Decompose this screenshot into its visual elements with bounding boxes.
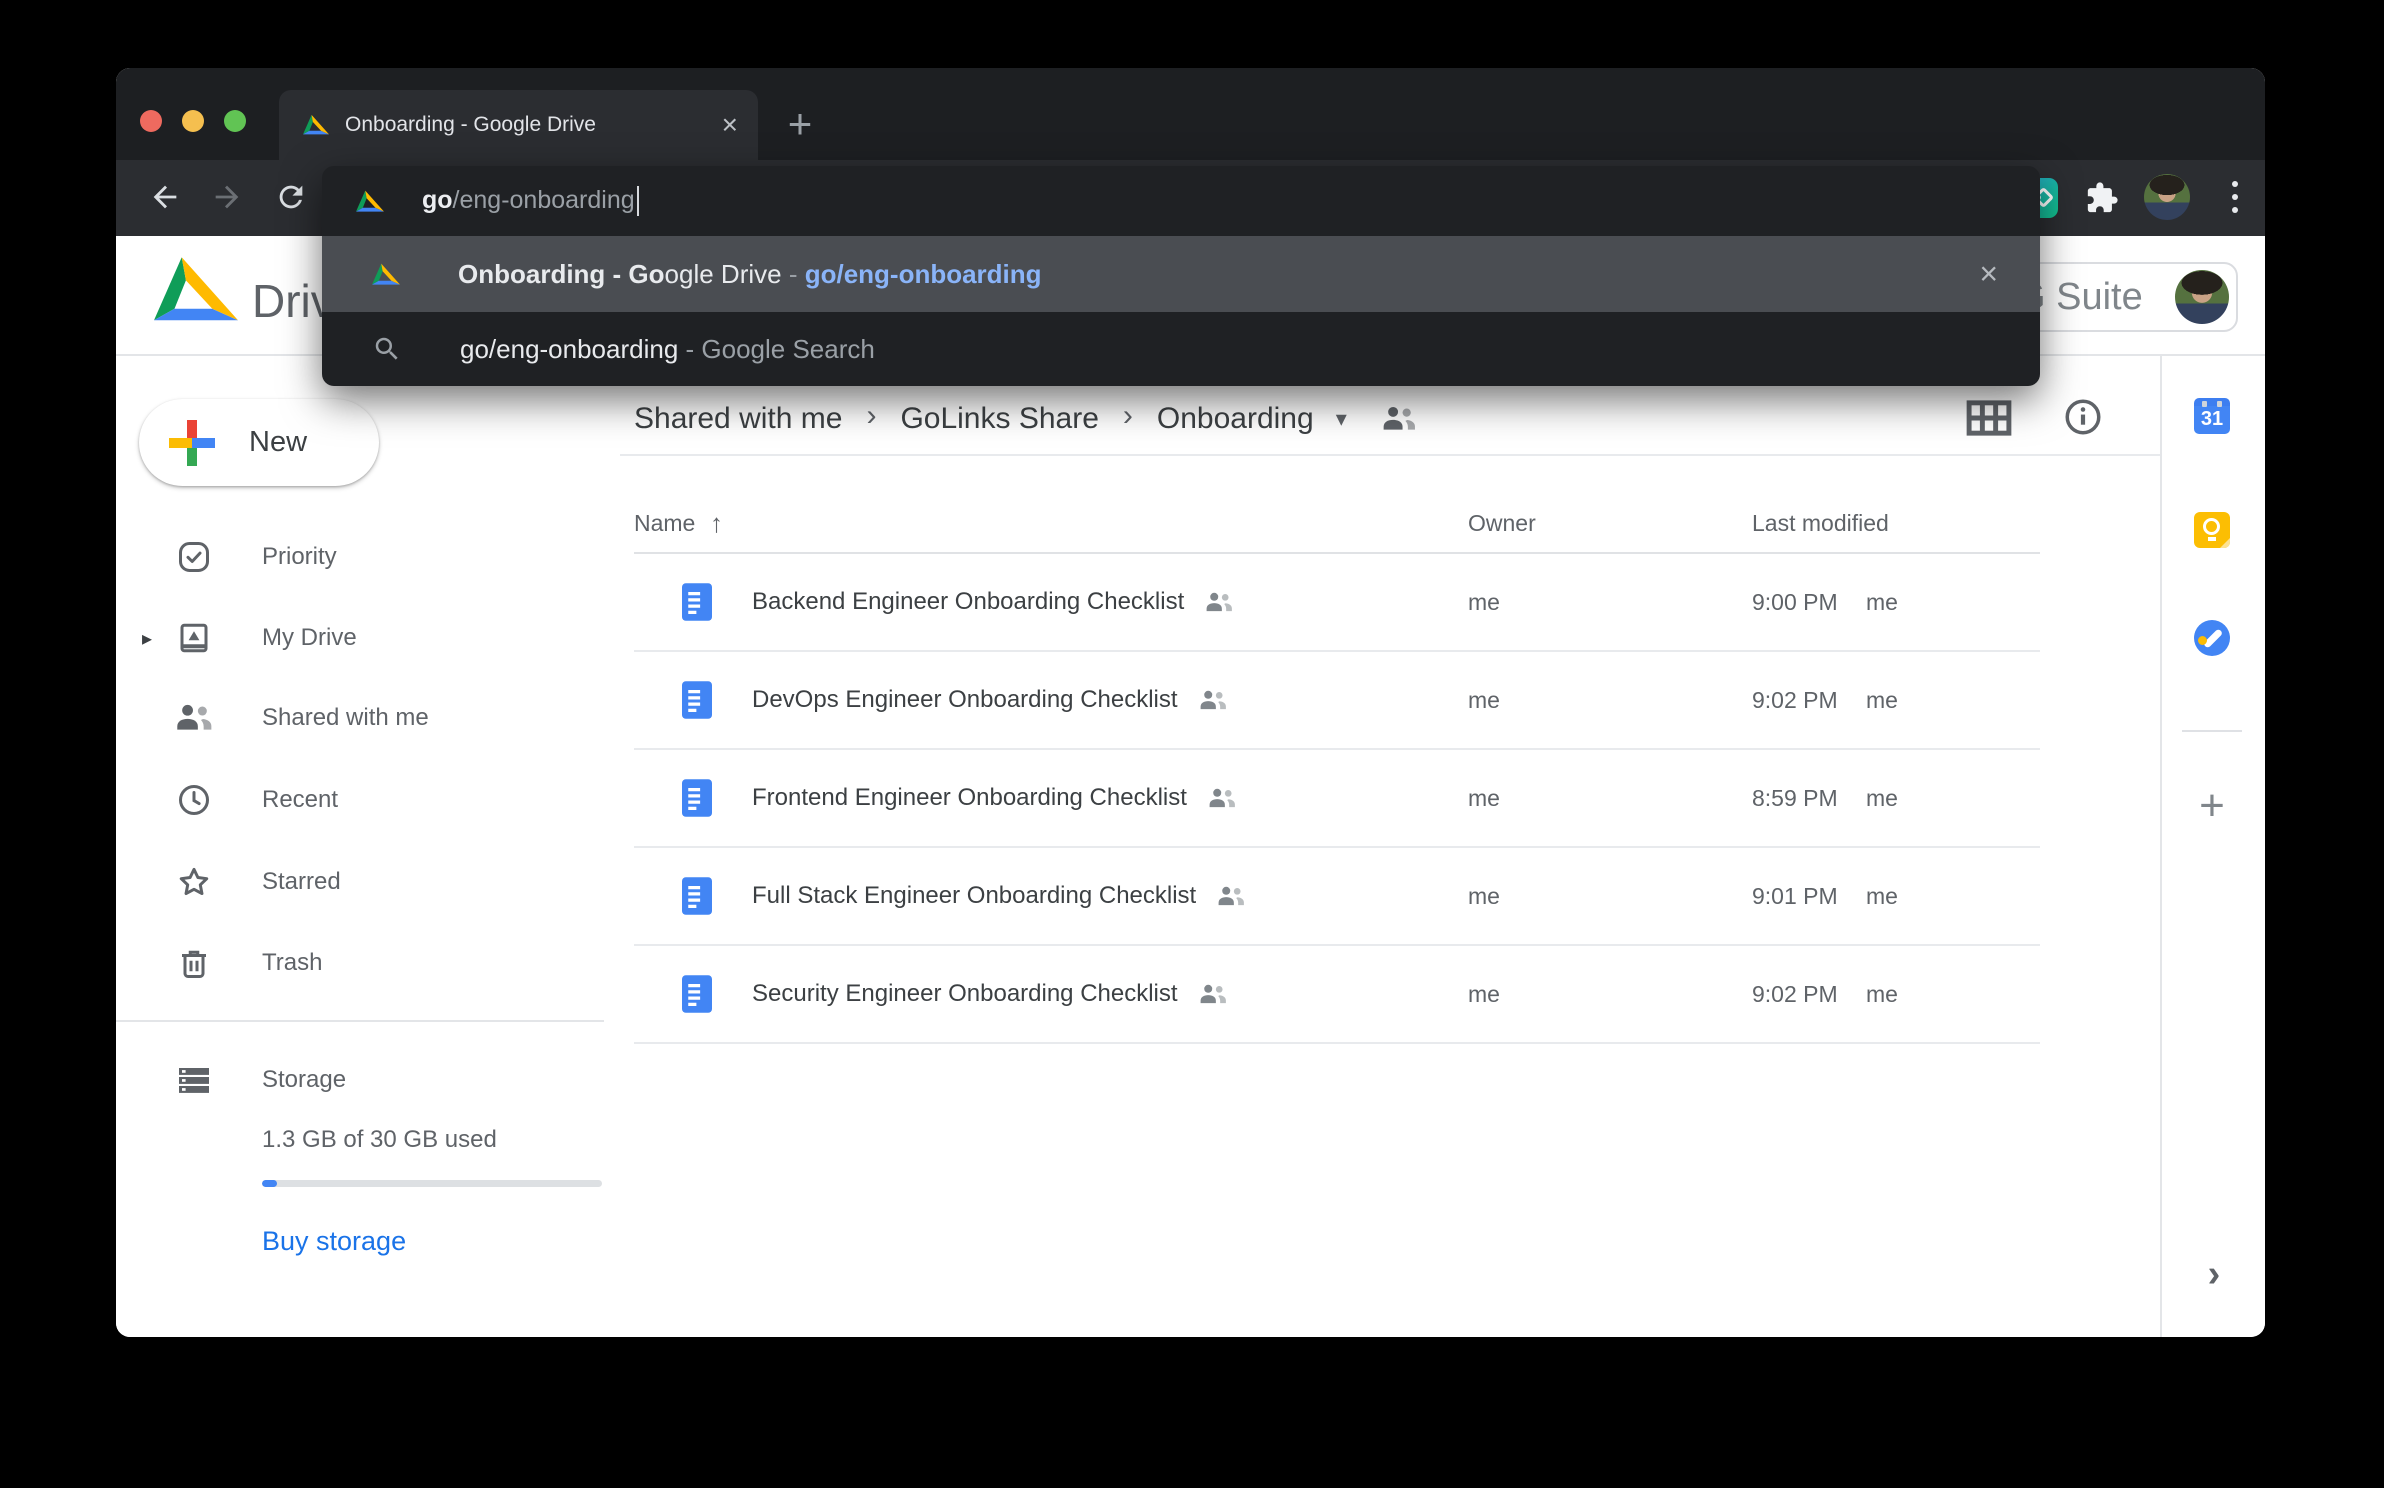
clock-icon <box>176 782 212 818</box>
breadcrumb-divider <box>620 454 2160 456</box>
search-icon <box>372 334 402 364</box>
shared-indicator-icon <box>1198 690 1228 711</box>
drive-favicon <box>303 114 329 136</box>
google-calendar-icon[interactable]: 31 <box>2194 398 2230 434</box>
browser-tab[interactable]: Onboarding - Google Drive × <box>279 90 758 160</box>
file-row[interactable]: Security Engineer Onboarding Checklist m… <box>634 946 2040 1044</box>
omnibox-dropdown: go/eng-onboarding Onboarding - Google Dr… <box>322 166 2040 386</box>
trash-icon <box>176 945 212 981</box>
side-panel-divider <box>2160 356 2162 1337</box>
storage-usage-text: 1.3 GB of 30 GB used <box>262 1126 497 1154</box>
google-docs-icon <box>682 877 712 915</box>
drive-favicon <box>372 263 400 286</box>
suggestion-search-result[interactable]: go/eng-onboarding - Google Search <box>322 312 2040 386</box>
priority-icon <box>176 539 212 575</box>
breadcrumb-golinks-share[interactable]: GoLinks Share <box>886 402 1112 436</box>
account-avatar[interactable] <box>2175 270 2229 324</box>
shared-people-icon <box>176 700 212 736</box>
sidebar-item-shared-with-me[interactable]: Shared with me <box>116 686 604 750</box>
side-panel-icon-divider <box>2182 730 2242 732</box>
tab-title: Onboarding - Google Drive <box>345 113 706 137</box>
google-docs-icon <box>682 583 712 621</box>
sidebar-item-my-drive[interactable]: ▸ My Drive <box>116 606 604 670</box>
breadcrumb: Shared with me › GoLinks Share › Onboard… <box>620 384 2160 454</box>
browser-window: Onboarding - Google Drive × + go/eng <box>116 68 2265 1337</box>
browser-profile-avatar[interactable] <box>2144 174 2190 220</box>
forward-button[interactable] <box>210 180 244 214</box>
storage-progress-fill <box>262 1180 277 1187</box>
column-header-name[interactable]: Name <box>634 510 695 537</box>
suggestion-text: go/eng-onboarding - Google Search <box>460 334 875 365</box>
screenshot-background: Onboarding - Google Drive × + go/eng <box>0 0 2384 1488</box>
omnibox-input[interactable]: go/eng-onboarding <box>322 166 2040 236</box>
google-docs-icon <box>682 681 712 719</box>
my-drive-icon <box>176 620 212 656</box>
omnibox-text: go/eng-onboarding <box>422 186 639 216</box>
macos-close-button[interactable] <box>140 110 162 132</box>
chevron-right-icon: › <box>856 399 886 439</box>
suggestion-text: Onboarding - Google Drive - go/eng-onboa… <box>458 259 1042 290</box>
new-tab-button[interactable]: + <box>768 92 832 156</box>
google-drive-logo <box>154 254 238 326</box>
sidebar-item-trash[interactable]: Trash <box>116 931 604 995</box>
file-row[interactable]: Frontend Engineer Onboarding Checklist m… <box>634 750 2040 848</box>
get-add-ons-icon[interactable]: + <box>2194 784 2230 828</box>
new-button[interactable]: New <box>139 399 379 486</box>
back-button[interactable] <box>148 180 182 214</box>
sidebar-item-recent[interactable]: Recent <box>116 768 604 832</box>
shared-indicator-icon <box>1204 592 1234 613</box>
chrome-menu-icon[interactable] <box>2218 180 2252 214</box>
extensions-puzzle-icon[interactable] <box>2082 178 2122 218</box>
sidebar-divider <box>116 1020 604 1022</box>
breadcrumb-shared-with-me[interactable]: Shared with me <box>620 402 856 436</box>
reload-button[interactable] <box>274 180 308 214</box>
file-row[interactable]: DevOps Engineer Onboarding Checklist me … <box>634 652 2040 750</box>
file-row[interactable]: Full Stack Engineer Onboarding Checklist… <box>634 848 2040 946</box>
new-plus-icon <box>169 420 215 466</box>
text-caret <box>637 186 639 216</box>
sort-ascending-icon[interactable]: ↑ <box>710 508 723 539</box>
folder-menu-caret-icon[interactable]: ▾ <box>1328 406 1355 432</box>
tab-close-icon[interactable]: × <box>722 111 738 139</box>
macos-zoom-button[interactable] <box>224 110 246 132</box>
google-keep-icon[interactable] <box>2194 512 2230 548</box>
buy-storage-link[interactable]: Buy storage <box>262 1226 406 1257</box>
macos-minimize-button[interactable] <box>182 110 204 132</box>
sidebar-item-priority[interactable]: Priority <box>116 525 604 589</box>
table-header: Name ↑ Owner Last modified <box>634 498 2040 552</box>
sidebar-item-starred[interactable]: Starred <box>116 850 604 914</box>
shared-indicator-icon <box>1216 886 1246 907</box>
info-icon[interactable] <box>2062 396 2104 438</box>
drive-favicon <box>356 190 384 213</box>
sidebar-item-storage[interactable]: Storage <box>116 1048 604 1112</box>
shared-indicator-icon <box>1198 984 1228 1005</box>
collapse-panel-chevron-icon[interactable]: › <box>2196 1254 2232 1294</box>
file-row[interactable]: Backend Engineer Onboarding Checklist me… <box>634 554 2040 652</box>
expand-arrow-icon[interactable]: ▸ <box>142 626 152 651</box>
storage-icon <box>176 1062 212 1098</box>
column-header-last-modified: Last modified <box>1752 510 1889 537</box>
grid-view-icon[interactable] <box>1966 400 2012 436</box>
shared-folder-icon[interactable] <box>1381 406 1417 432</box>
star-icon <box>176 864 212 900</box>
column-header-owner: Owner <box>1468 510 1536 537</box>
shared-indicator-icon <box>1207 788 1237 809</box>
storage-progress-bar <box>262 1180 602 1187</box>
google-tasks-icon[interactable] <box>2194 620 2230 656</box>
remove-suggestion-icon[interactable]: × <box>1979 256 1998 293</box>
google-docs-icon <box>682 779 712 817</box>
chevron-right-icon: › <box>1113 399 1143 439</box>
google-docs-icon <box>682 975 712 1013</box>
breadcrumb-onboarding[interactable]: Onboarding <box>1143 402 1328 436</box>
suggestion-drive-result[interactable]: Onboarding - Google Drive - go/eng-onboa… <box>322 236 2040 312</box>
